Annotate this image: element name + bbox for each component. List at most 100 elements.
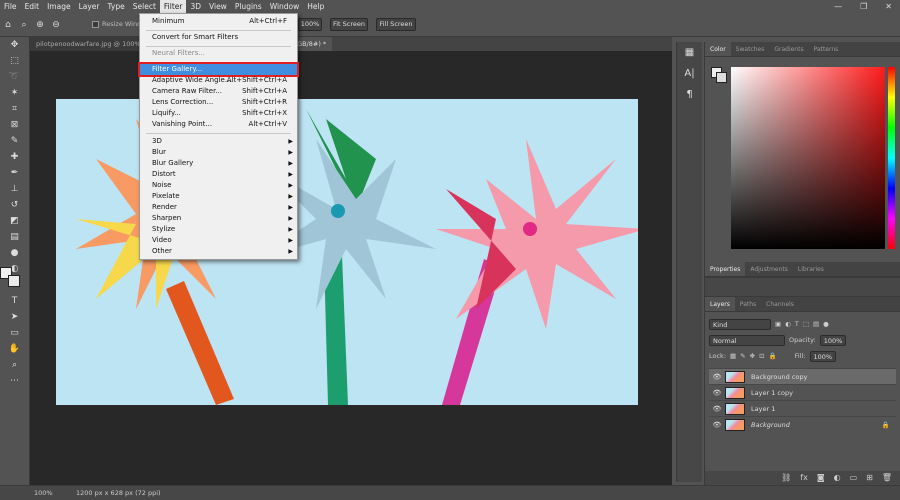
background-color[interactable] <box>8 275 20 287</box>
layer-row[interactable]: 👁 Background 🔒 <box>709 416 896 432</box>
frame-tool-icon[interactable]: ⊠ <box>0 117 29 133</box>
menu-item-blur[interactable]: Blur ▶ <box>140 147 297 158</box>
menu-select[interactable]: Select <box>129 0 160 13</box>
menu-item-liquify[interactable]: Liquify... Shift+Ctrl+X <box>140 108 297 119</box>
menu-item-blur-gallery[interactable]: Blur Gallery ▶ <box>140 158 297 169</box>
menu-item-camera-raw[interactable]: Camera Raw Filter... Shift+Ctrl+A <box>140 86 297 97</box>
tab-color[interactable]: Color <box>705 42 731 56</box>
lock-move-icon[interactable]: ✥ <box>750 352 755 360</box>
tab-layers[interactable]: Layers <box>705 297 735 311</box>
menu-item-convert-smart-filters[interactable]: Convert for Smart Filters <box>140 32 297 43</box>
visibility-eye-icon[interactable]: 👁 <box>709 405 725 413</box>
canvas-area[interactable] <box>30 51 672 485</box>
fill-screen-button[interactable]: Fill Screen <box>376 18 416 31</box>
menu-item-other[interactable]: Other ▶ <box>140 246 297 257</box>
healing-brush-icon[interactable]: ✚ <box>0 149 29 165</box>
move-tool-icon[interactable]: ✥ <box>0 37 29 53</box>
history-panel-icon[interactable]: ▦ <box>677 42 702 63</box>
menu-item-vanishing-point[interactable]: Vanishing Point... Alt+Ctrl+V <box>140 119 297 130</box>
filter-type-icon[interactable]: T <box>795 320 799 328</box>
blend-mode-select[interactable]: Normal <box>709 334 785 346</box>
menu-window[interactable]: Window <box>266 0 304 13</box>
lock-brush-icon[interactable]: ✎ <box>740 352 745 360</box>
menu-item-render[interactable]: Render ▶ <box>140 202 297 213</box>
doc-tab[interactable]: pilotpenoodwarfare.jpg @ 100% <box>30 37 147 51</box>
zoom-tool-icon[interactable]: ⌕ <box>16 20 32 30</box>
menu-item-video[interactable]: Video ▶ <box>140 235 297 246</box>
filter-image-icon[interactable]: ▣ <box>775 320 781 328</box>
menu-item-sharpen[interactable]: Sharpen ▶ <box>140 213 297 224</box>
menu-item-distort[interactable]: Distort ▶ <box>140 169 297 180</box>
eyedropper-icon[interactable]: ✎ <box>0 133 29 149</box>
tab-swatches[interactable]: Swatches <box>731 42 770 56</box>
zoom-in-icon[interactable]: ⊕ <box>32 20 48 30</box>
shape-tool-icon[interactable]: ▭ <box>0 325 29 341</box>
filter-adjust-icon[interactable]: ◐ <box>785 320 791 328</box>
eraser-tool-icon[interactable]: ◩ <box>0 213 29 229</box>
hue-slider[interactable] <box>888 67 895 249</box>
menu-edit[interactable]: Edit <box>21 0 44 13</box>
menu-type[interactable]: Type <box>104 0 129 13</box>
stamp-tool-icon[interactable]: ⊥ <box>0 181 29 197</box>
crop-tool-icon[interactable]: ⌗ <box>0 101 29 117</box>
menu-item-stylize[interactable]: Stylize ▶ <box>140 224 297 235</box>
color-swatches[interactable] <box>0 267 24 291</box>
gradient-tool-icon[interactable]: ▤ <box>0 229 29 245</box>
menu-plugins[interactable]: Plugins <box>231 0 266 13</box>
magic-wand-icon[interactable]: ✶ <box>0 85 29 101</box>
visibility-eye-icon[interactable]: 👁 <box>709 389 725 397</box>
adjustment-layer-icon[interactable]: ◐ <box>834 471 841 485</box>
history-brush-icon[interactable]: ↺ <box>0 197 29 213</box>
type-tool-icon[interactable]: T <box>0 293 29 309</box>
zoom-100-button[interactable]: 100% <box>298 18 322 31</box>
fit-screen-button[interactable]: Fit Screen <box>330 18 368 31</box>
hand-tool-icon[interactable]: ✋ <box>0 341 29 357</box>
menu-item-noise[interactable]: Noise ▶ <box>140 180 297 191</box>
brush-tool-icon[interactable]: ✒ <box>0 165 29 181</box>
menu-help[interactable]: Help <box>303 0 328 13</box>
menu-layer[interactable]: Layer <box>75 0 104 13</box>
checkbox-box[interactable] <box>92 20 99 28</box>
marquee-tool-icon[interactable]: ⬚ <box>0 53 29 69</box>
close-icon[interactable]: ✕ <box>885 0 892 13</box>
link-layers-icon[interactable]: ⛓ <box>781 471 791 485</box>
fill-input[interactable]: 100% <box>809 350 836 362</box>
color-picker-field[interactable] <box>731 67 885 249</box>
menu-filter[interactable]: Filter <box>159 0 187 13</box>
home-icon[interactable]: ⌂ <box>0 20 16 30</box>
layer-kind-filter[interactable]: Kind <box>709 318 771 330</box>
lock-all-icon[interactable]: 🔒 <box>769 352 777 360</box>
menu-3d[interactable]: 3D <box>186 0 205 13</box>
add-mask-icon[interactable]: ◙ <box>817 471 825 485</box>
zoom-out-icon[interactable]: ⊖ <box>48 20 64 30</box>
new-layer-icon[interactable]: ⊞ <box>866 471 873 485</box>
menu-item-filter-gallery[interactable]: Filter Gallery... <box>138 62 299 77</box>
tab-adjustments[interactable]: Adjustments <box>745 262 793 276</box>
lock-pixels-icon[interactable]: ▦ <box>730 352 736 360</box>
tab-channels[interactable]: Channels <box>761 297 799 311</box>
status-zoom[interactable]: 100% <box>0 489 56 497</box>
filter-toggle-icon[interactable]: ● <box>823 320 829 328</box>
paragraph-panel-icon[interactable]: ¶ <box>677 84 702 105</box>
fx-icon[interactable]: fx <box>800 471 808 485</box>
opacity-input[interactable]: 100% <box>819 334 846 346</box>
layer-row[interactable]: 👁 Layer 1 copy <box>709 384 896 400</box>
visibility-eye-icon[interactable]: 👁 <box>709 421 725 429</box>
character-panel-icon[interactable]: A| <box>677 63 702 84</box>
delete-layer-icon[interactable]: 🗑 <box>882 471 892 485</box>
menu-item-pixelate[interactable]: Pixelate ▶ <box>140 191 297 202</box>
menu-item-adaptive-wide-angle[interactable]: Adaptive Wide Angle... Alt+Shift+Ctrl+A <box>140 75 297 86</box>
blur-tool-icon[interactable]: ● <box>0 245 29 261</box>
color-panel-swatches[interactable] <box>711 67 727 83</box>
menu-view[interactable]: View <box>205 0 231 13</box>
menu-image[interactable]: Image <box>43 0 75 13</box>
path-select-icon[interactable]: ➤ <box>0 309 29 325</box>
filter-shape-icon[interactable]: ⬚ <box>803 320 809 328</box>
more-tools-icon[interactable]: ⋯ <box>0 373 29 389</box>
new-group-icon[interactable]: ▭ <box>850 471 858 485</box>
menu-item-3d[interactable]: 3D ▶ <box>140 136 297 147</box>
layer-row[interactable]: 👁 Layer 1 <box>709 400 896 416</box>
tab-paths[interactable]: Paths <box>735 297 761 311</box>
tab-libraries[interactable]: Libraries <box>793 262 829 276</box>
tab-properties[interactable]: Properties <box>705 262 746 276</box>
